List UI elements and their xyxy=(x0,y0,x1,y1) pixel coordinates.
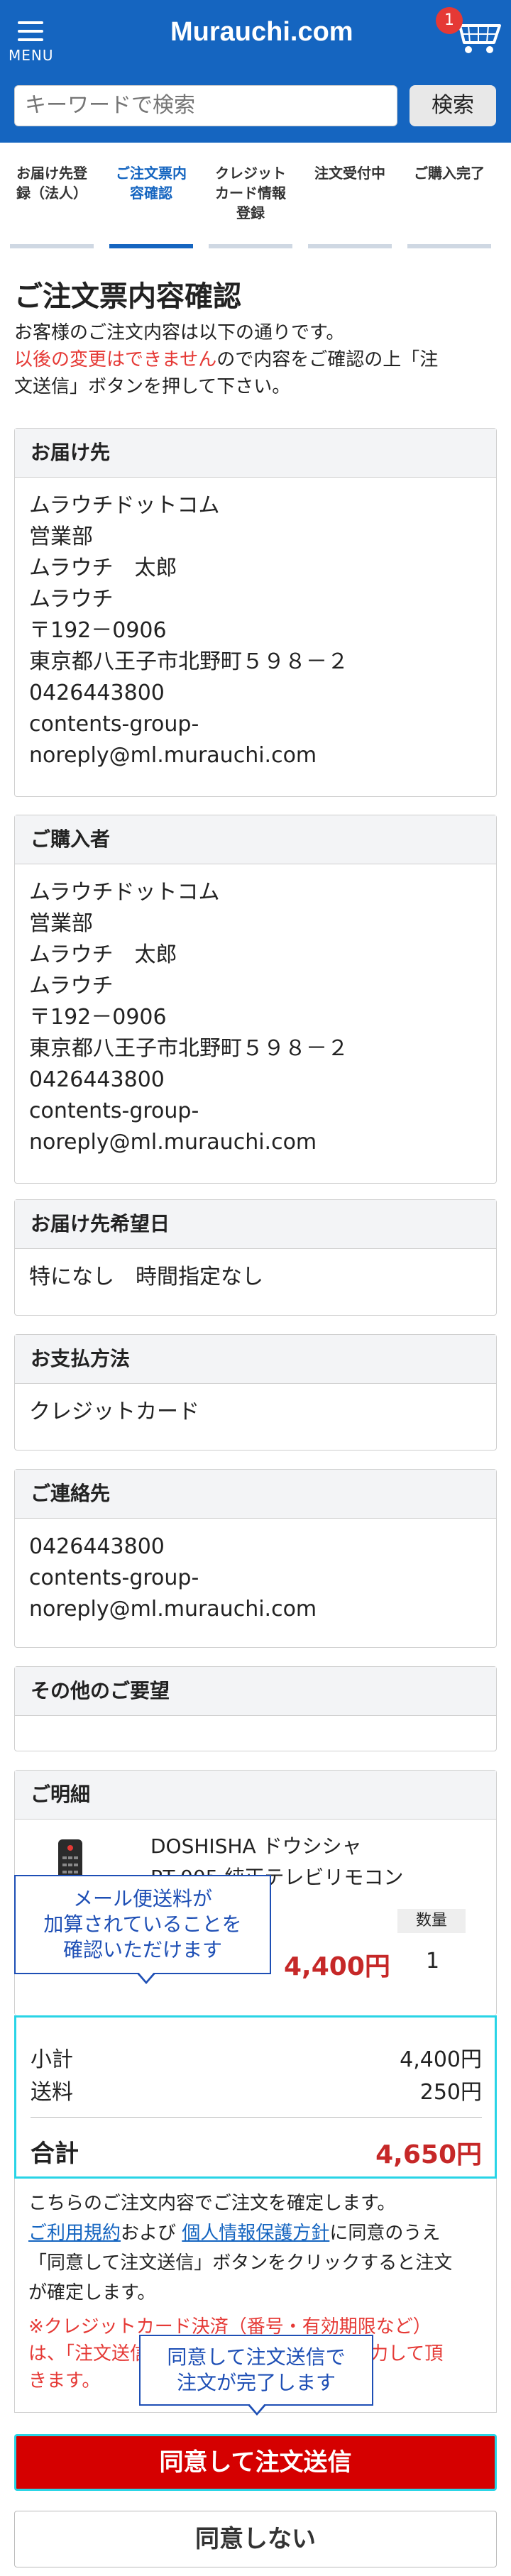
search-input[interactable] xyxy=(14,85,397,126)
delivery-date-value: 特になし 時間指定なし xyxy=(29,1265,263,1289)
site-logo[interactable]: Murauchi.com xyxy=(170,17,353,48)
step-credit-card: クレジット カード情報 登録 xyxy=(206,163,295,248)
section-heading: ご連絡先 xyxy=(15,1470,496,1519)
cart-count-badge: 1 xyxy=(436,7,463,34)
purchaser-address: ムラウチドットコム 営業部 ムラウチ 太郎 ムラウチ 〒192－0906 東京都八王子市… xyxy=(29,880,348,1155)
site-header: MENU Murauchi.com 1 検索 xyxy=(0,0,511,143)
menu-label: MENU xyxy=(9,47,54,64)
requests-section: その他のご要望 xyxy=(14,1666,497,1751)
divider xyxy=(31,2117,482,2118)
agree-submit-button[interactable]: 同意して注文送信 xyxy=(14,2434,497,2491)
product-quantity: 1 xyxy=(426,1949,440,1974)
intro-text: お客様のご注文内容は以下の通りです。 以後の変更はできませんので内容をご確認の上… xyxy=(14,322,439,397)
order-totals: 小計 4,400円 送料 250円 合計 4,650円 xyxy=(14,2015,497,2179)
subtotal-row: 小計 4,400円 xyxy=(31,2047,482,2072)
step-confirm: ご注文票内 容確認 xyxy=(106,163,196,248)
delivery-address: ムラウチドットコム 営業部 ムラウチ 太郎 ムラウチ 〒192－0906 東京都八王子市… xyxy=(29,493,348,768)
payment-method-value: クレジットカード xyxy=(29,1399,199,1424)
quantity-header: 数量 xyxy=(397,1909,466,1933)
section-heading: ご購入者 xyxy=(15,815,496,864)
shipping-tooltip: メール便送料が 加算されていることを 確認いただけます xyxy=(14,1875,271,1984)
step-delivery: お届け先登 録（法人） xyxy=(7,163,97,248)
submit-tooltip: 同意して注文送信で 注文が完了します xyxy=(139,2335,373,2416)
total-row: 合計 4,650円 xyxy=(31,2140,482,2169)
menu-icon xyxy=(18,21,43,41)
section-heading: お届け先 xyxy=(15,429,496,478)
agreement-text: こちらのご注文内容でご注文を確定します。 ご利用規約および 個人情報保護方針に同… xyxy=(28,2193,453,2303)
delivery-section: お届け先 ムラウチドットコム 営業部 ムラウチ 太郎 ムラウチ 〒192－0906 東京… xyxy=(14,428,497,797)
terms-link[interactable]: ご利用規約 xyxy=(28,2223,121,2244)
product-price: 4,400円 xyxy=(284,1952,390,1981)
section-heading: お支払方法 xyxy=(15,1335,496,1384)
payment-section: お支払方法 クレジットカード xyxy=(14,1334,497,1451)
contact-section: ご連絡先 0426443800 contents-group-noreply@ml… xyxy=(14,1469,497,1648)
section-heading: お届け先希望日 xyxy=(15,1200,496,1249)
purchaser-section: ご購入者 ムラウチドットコム 営業部 ムラウチ 太郎 ムラウチ 〒192－0906 東京… xyxy=(14,815,497,1184)
shipping-row: 送料 250円 xyxy=(31,2080,482,2105)
section-heading: その他のご要望 xyxy=(15,1667,496,1716)
delivery-date-section: お届け先希望日 特になし 時間指定なし xyxy=(14,1199,497,1316)
search-button[interactable]: 検索 xyxy=(410,85,496,126)
menu-button[interactable]: MENU xyxy=(9,21,53,64)
warning-text: 以後の変更はできません xyxy=(14,349,217,370)
disagree-button[interactable]: 同意しない xyxy=(14,2511,497,2567)
checkout-steps: お届け先登 録（法人） ご注文票内 容確認 クレジット カード情報 登録 注文受付中 ご… xyxy=(7,163,504,248)
page-title: ご注文票内容確認 xyxy=(14,280,241,313)
step-complete: ご購入完了 xyxy=(405,163,494,248)
privacy-policy-link[interactable]: 個人情報保護方針 xyxy=(182,2223,329,2244)
requests-value xyxy=(15,1716,496,1741)
section-heading: ご明細 xyxy=(15,1771,496,1820)
step-order-received: 注文受付中 xyxy=(305,163,395,248)
contact-value: 0426443800 contents-group-noreply@ml.mura… xyxy=(29,1534,317,1622)
